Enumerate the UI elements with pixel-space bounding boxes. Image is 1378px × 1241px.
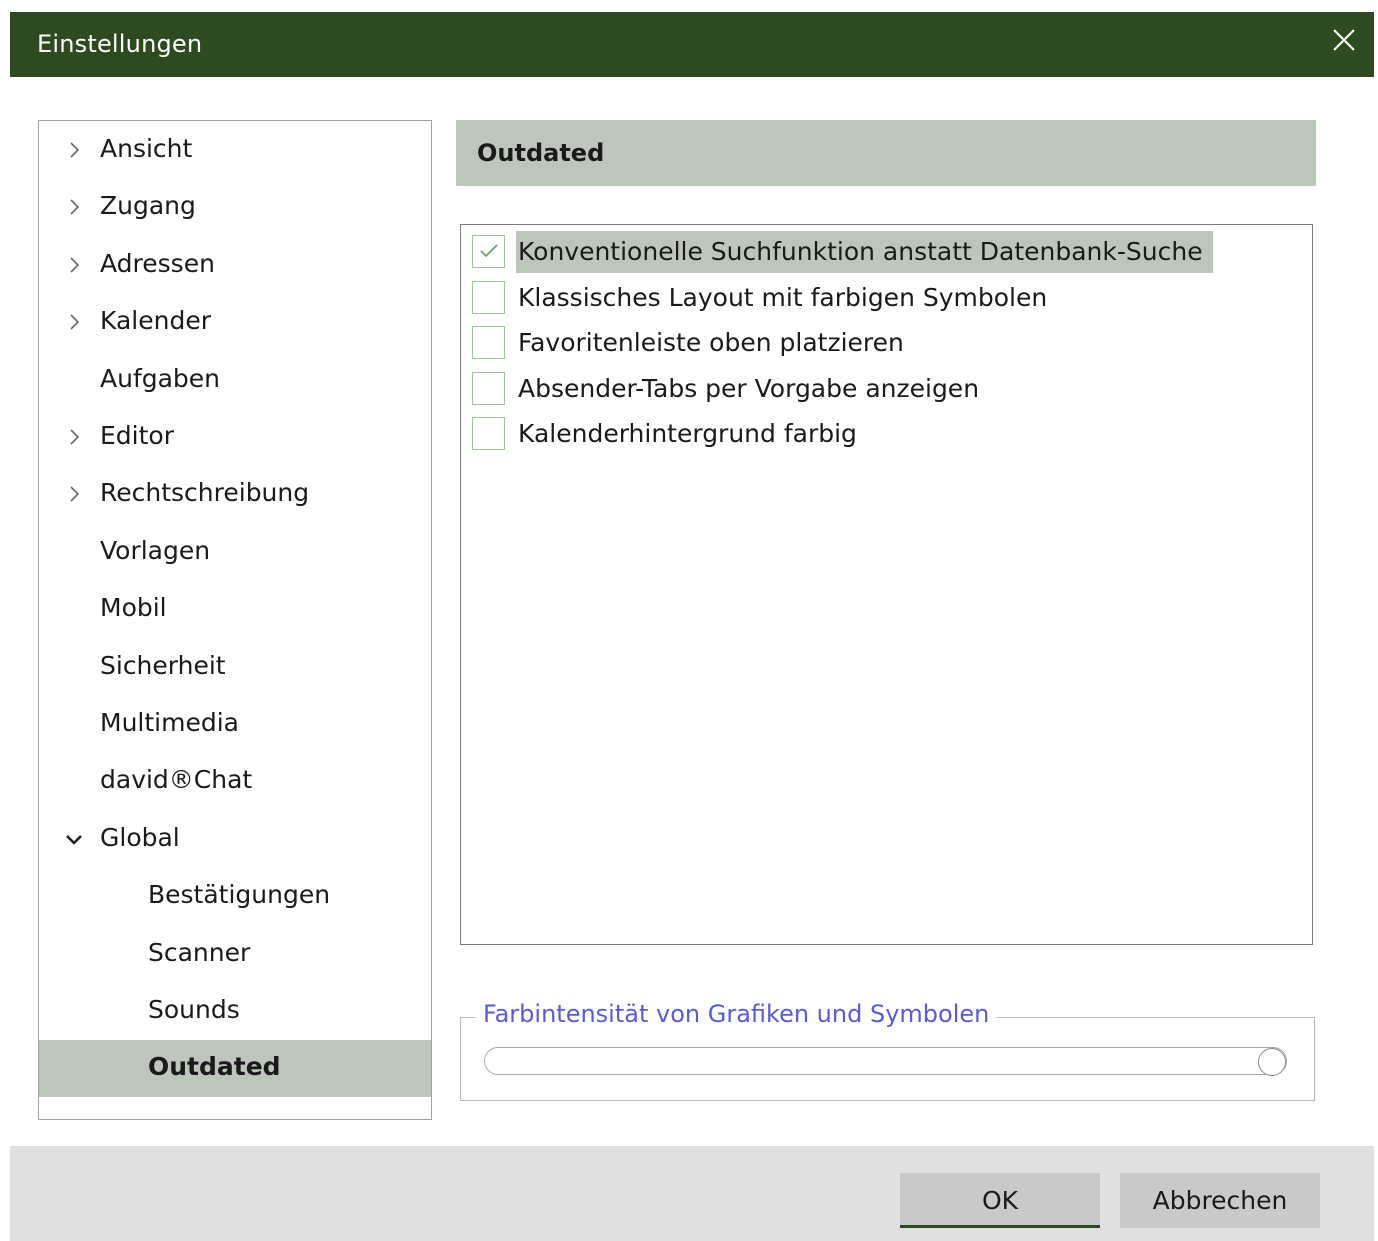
sidebar-item[interactable]: Ansicht <box>39 122 431 179</box>
sidebar-item-label: Bestätigungen <box>148 880 331 910</box>
settings-dialog: Ansicht Zugang Adressen Kalender Aufgaben Edi… <box>10 77 1374 1241</box>
sidebar-item[interactable]: Aufgaben <box>39 352 431 409</box>
sidebar-item-label: Rechtschreibung <box>100 478 310 508</box>
checkbox[interactable] <box>472 326 505 359</box>
sidebar-item-label: Sicherheit <box>100 650 226 680</box>
checkbox[interactable] <box>472 280 505 314</box>
sidebar-item-label: Editor <box>100 421 174 450</box>
section-header: Outdated <box>456 120 1316 186</box>
sidebar-item-label: Adressen <box>100 248 215 278</box>
chevron-right-icon[interactable] <box>65 141 83 159</box>
section-title: Outdated <box>477 139 605 167</box>
option-label: Kalenderhintergrund farbig <box>518 419 857 448</box>
settings-navigation-tree: Ansicht Zugang Adressen Kalender Aufgaben Edi… <box>38 120 432 1120</box>
sidebar-item[interactable]: Sicherheit <box>39 639 431 696</box>
sidebar-item[interactable]: Scanner <box>39 926 431 983</box>
color-intensity-legend: Farbintensität von Grafiken und Symbolen <box>475 1000 998 1028</box>
window-title: Einstellungen <box>37 30 203 58</box>
chevron-right-icon[interactable] <box>65 198 83 216</box>
sidebar-item[interactable]: Outdated <box>39 1040 431 1098</box>
close-icon[interactable] <box>1328 24 1360 56</box>
sidebar-item[interactable]: Adressen <box>39 237 431 294</box>
sidebar-item[interactable]: Bestätigungen <box>39 868 431 925</box>
chevron-right-icon[interactable] <box>65 256 83 274</box>
color-intensity-slider[interactable] <box>484 1047 1287 1076</box>
sidebar-item[interactable]: Global <box>39 811 431 868</box>
sidebar-item[interactable]: Multimedia <box>39 696 431 753</box>
sidebar-item-label: Zugang <box>100 191 196 221</box>
sidebar-item-label: Sounds <box>148 995 240 1024</box>
sidebar-item-label: Vorlagen <box>100 535 211 565</box>
sidebar-item-label: Ansicht <box>100 134 193 163</box>
slider-thumb[interactable] <box>1258 1048 1286 1076</box>
option-label: Favoritenleiste oben platzieren <box>518 328 904 357</box>
sidebar-item-label: Multimedia <box>100 708 239 737</box>
sidebar-item[interactable]: david®Chat <box>39 753 431 810</box>
option-label: Absender-Tabs per Vorgabe anzeigen <box>518 373 980 403</box>
sidebar-item-label: Mobil <box>100 593 167 623</box>
sidebar-item[interactable]: Mobil <box>39 581 431 638</box>
chevron-right-icon[interactable] <box>65 428 83 446</box>
chevron-right-icon[interactable] <box>65 313 83 331</box>
sidebar-item-label: Outdated <box>148 1052 281 1082</box>
checkbox[interactable] <box>472 417 505 450</box>
sidebar-item[interactable]: Vorlagen <box>39 524 431 581</box>
chevron-right-icon[interactable] <box>65 485 83 503</box>
options-list: Konventionelle Suchfunktion anstatt Date… <box>460 224 1313 945</box>
cancel-button[interactable]: Abbrechen <box>1120 1173 1320 1228</box>
sidebar-item[interactable]: Editor <box>39 409 431 466</box>
sidebar-item-label: Aufgaben <box>100 363 221 393</box>
sidebar-item-label: david®Chat <box>100 765 253 795</box>
sidebar-item[interactable]: Kalender <box>39 294 431 351</box>
sidebar-item[interactable]: Sounds <box>39 983 431 1040</box>
sidebar-item-label: Kalender <box>100 306 211 336</box>
chevron-down-icon[interactable] <box>65 830 83 848</box>
sidebar-item-label: Global <box>100 822 180 852</box>
option-label: Konventionelle Suchfunktion anstatt Date… <box>516 231 1213 273</box>
sidebar-item[interactable]: Zugang <box>39 179 431 236</box>
check-icon <box>480 244 498 258</box>
color-intensity-group: Farbintensität von Grafiken und Symbolen <box>460 1000 1315 1101</box>
checkbox[interactable] <box>472 235 505 268</box>
ok-button[interactable]: OK <box>900 1173 1100 1228</box>
checkbox[interactable] <box>472 371 505 405</box>
sidebar-item[interactable]: Rechtschreibung <box>39 466 431 523</box>
title-bar: Einstellungen <box>10 12 1374 77</box>
sidebar-item-label: Scanner <box>148 937 251 967</box>
dialog-footer: OK Abbrechen <box>10 1146 1374 1241</box>
option-label: Klassisches Layout mit farbigen Symbolen <box>518 282 1048 312</box>
